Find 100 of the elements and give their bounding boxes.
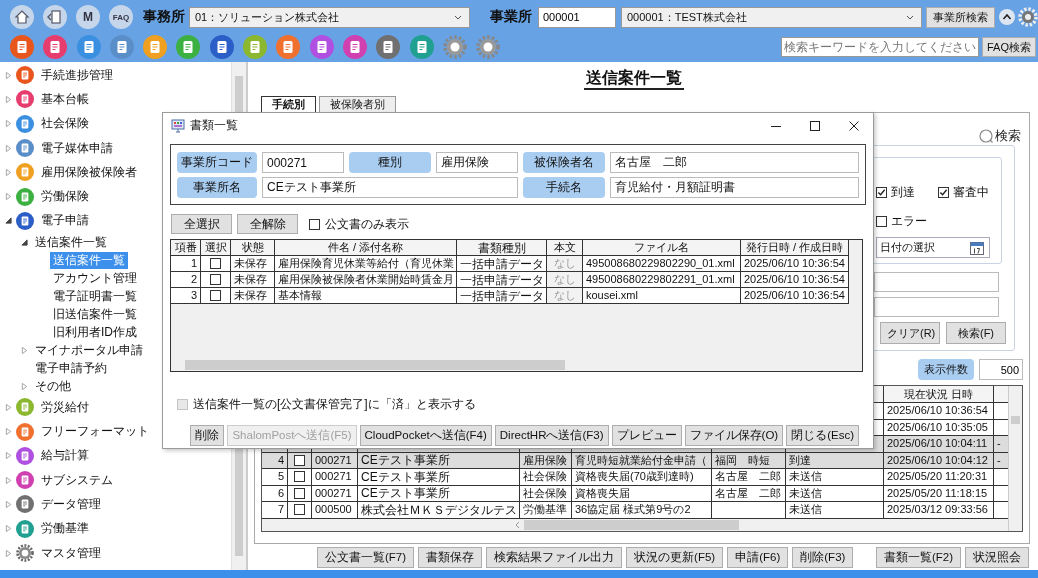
clear-all-button[interactable]: 全解除 [237, 214, 298, 234]
action-button[interactable]: 状況の更新(F5) [626, 546, 724, 568]
tree-toggle-icon[interactable] [5, 500, 12, 508]
date-picker[interactable]: 日付の選択 [876, 237, 990, 258]
action-button[interactable]: 公文書一覧(F7) [317, 546, 415, 568]
office-dropdown[interactable]: 01：ソリューション株式会社 [189, 6, 470, 28]
tree-toggle-icon[interactable] [5, 428, 12, 435]
tree-toggle-icon[interactable] [5, 168, 12, 176]
tree-toggle-icon[interactable] [5, 71, 12, 79]
tree-item[interactable]: 労災給付 [38, 398, 92, 416]
tree-item[interactable]: 旧送信案件一覧 [50, 305, 140, 323]
circle-document-icon[interactable] [243, 35, 268, 59]
clear-button[interactable]: クリア(R) [880, 322, 940, 344]
site-dropdown[interactable]: 000001：TEST株式会社 [621, 6, 922, 28]
column-header[interactable]: 発行日時 / 作成日時 [745, 242, 844, 253]
manual-button[interactable]: M [76, 5, 100, 29]
circle-document-icon[interactable] [342, 35, 367, 59]
circle-document-icon[interactable] [76, 35, 101, 59]
faq-search-button[interactable]: FAQ検索 [982, 37, 1036, 57]
tree-toggle-icon[interactable] [5, 403, 12, 411]
action-button[interactable]: 書類一覧(F2) [875, 546, 961, 568]
tree-toggle-icon[interactable] [5, 476, 12, 484]
column-header[interactable]: 書類種別 [477, 241, 526, 254]
checkbox[interactable] [309, 218, 320, 230]
action-button[interactable]: プレビュー [611, 425, 682, 446]
checkbox[interactable] [210, 274, 221, 285]
action-button[interactable]: DirectHRへ送信(F3) [494, 425, 609, 446]
tree-toggle-icon[interactable] [5, 95, 12, 103]
tree-item[interactable]: 労働保険 [38, 188, 92, 206]
action-button[interactable]: CloudPocketへ送信(F4) [359, 425, 492, 446]
input-field[interactable] [874, 297, 999, 317]
select-all-button[interactable]: 全選択 [171, 214, 232, 234]
action-button[interactable]: 書類保存 [418, 546, 483, 568]
tree-item[interactable]: フリーフォーマット [38, 423, 152, 440]
tree-item[interactable]: 電子申請 [38, 212, 92, 230]
gear-icon[interactable] [442, 35, 467, 59]
tree-toggle-icon[interactable] [21, 346, 28, 354]
faq-button[interactable]: FAQ [109, 5, 133, 29]
tree-item[interactable]: 旧利用者ID作成 [50, 323, 140, 341]
circle-document-icon[interactable] [409, 35, 434, 59]
checkbox[interactable] [210, 258, 221, 269]
tree-item[interactable]: データ管理 [38, 495, 104, 513]
checkbox[interactable] [938, 187, 949, 198]
tree-item[interactable]: 社会保険 [38, 115, 92, 133]
site-search-button[interactable]: 事業所検索 [926, 6, 995, 28]
circle-document-icon[interactable] [10, 35, 34, 59]
settings-icon[interactable] [1018, 7, 1038, 27]
checkbox[interactable] [210, 290, 221, 301]
tree-toggle-icon[interactable] [5, 452, 12, 460]
collapse-icon[interactable] [999, 9, 1015, 25]
column-header[interactable]: 選択 [204, 242, 227, 253]
search-button[interactable]: 検索(F) [946, 322, 1006, 344]
tree-toggle-icon[interactable] [5, 217, 12, 225]
tree-item[interactable]: アカウント管理 [50, 269, 140, 287]
action-button[interactable]: ファイル保存(O) [684, 425, 784, 446]
circle-document-icon[interactable] [276, 35, 301, 59]
tree-item[interactable]: その他 [32, 377, 74, 395]
column-header[interactable]: 本文 [553, 242, 576, 253]
table-row[interactable]: 7 000500 株式会社ＭＫＳデジタルテス 労働基準 36協定届 様式第9号の2 未送信 2025/03/12 09:33:56 [262, 502, 1008, 519]
scrollbar[interactable] [171, 359, 849, 371]
tab[interactable]: 手続別 [261, 96, 316, 112]
circle-document-icon[interactable] [176, 35, 201, 59]
column-header[interactable]: 件名 / 添付名称 [327, 242, 404, 253]
column-header[interactable]: ファイル名 [634, 242, 689, 253]
circle-document-icon[interactable] [376, 35, 401, 59]
tree-toggle-icon[interactable] [5, 144, 12, 152]
scrollbar[interactable] [1008, 386, 1022, 531]
tree-item[interactable]: 給与計算 [38, 447, 92, 465]
checkbox[interactable] [876, 187, 887, 198]
tree-toggle-icon[interactable] [21, 382, 28, 390]
circle-document-icon[interactable] [43, 35, 68, 59]
checkbox[interactable] [876, 216, 887, 227]
action-button[interactable]: 状況照会 [965, 546, 1029, 568]
faq-search-field[interactable]: 検索キーワードを入力してください [781, 37, 979, 57]
tab[interactable]: 被保険者別 [319, 96, 396, 112]
column-header[interactable]: 状態 [241, 242, 264, 253]
tree-toggle-icon[interactable] [5, 549, 12, 557]
site-code-field[interactable]: 000001 [538, 6, 616, 28]
action-button[interactable]: 削除 [190, 425, 225, 446]
tree-item[interactable]: 電子証明書一覧 [50, 287, 140, 305]
tree-toggle-icon[interactable] [5, 525, 12, 533]
action-button[interactable]: 検索結果ファイル出力 [486, 546, 623, 568]
action-button[interactable]: 申請(F6) [727, 546, 789, 568]
tree-toggle-icon[interactable] [5, 193, 12, 201]
circle-document-icon[interactable] [309, 35, 334, 59]
column-header[interactable]: 項番 [174, 242, 197, 253]
column-header[interactable]: 現在状況 日時 [903, 388, 974, 400]
checkbox[interactable] [294, 471, 305, 483]
circle-document-icon[interactable] [109, 35, 134, 59]
tree-item[interactable]: マイナポータル申請 [32, 341, 146, 359]
maximize-icon[interactable] [810, 120, 820, 131]
tree-item[interactable]: 労働基準 [38, 520, 92, 538]
search-link[interactable]: 検索 [979, 127, 1021, 145]
home-icon[interactable] [10, 5, 34, 29]
action-button[interactable]: 削除(F3) [792, 546, 854, 568]
tree-item[interactable]: 電子媒体申請 [38, 139, 116, 157]
display-count-field[interactable]: 500 [979, 359, 1023, 380]
tree-item[interactable]: 手続進捗管理 [38, 66, 116, 84]
tree-toggle-icon[interactable] [5, 120, 12, 128]
tree-item[interactable]: 電子申請予約 [32, 359, 110, 377]
